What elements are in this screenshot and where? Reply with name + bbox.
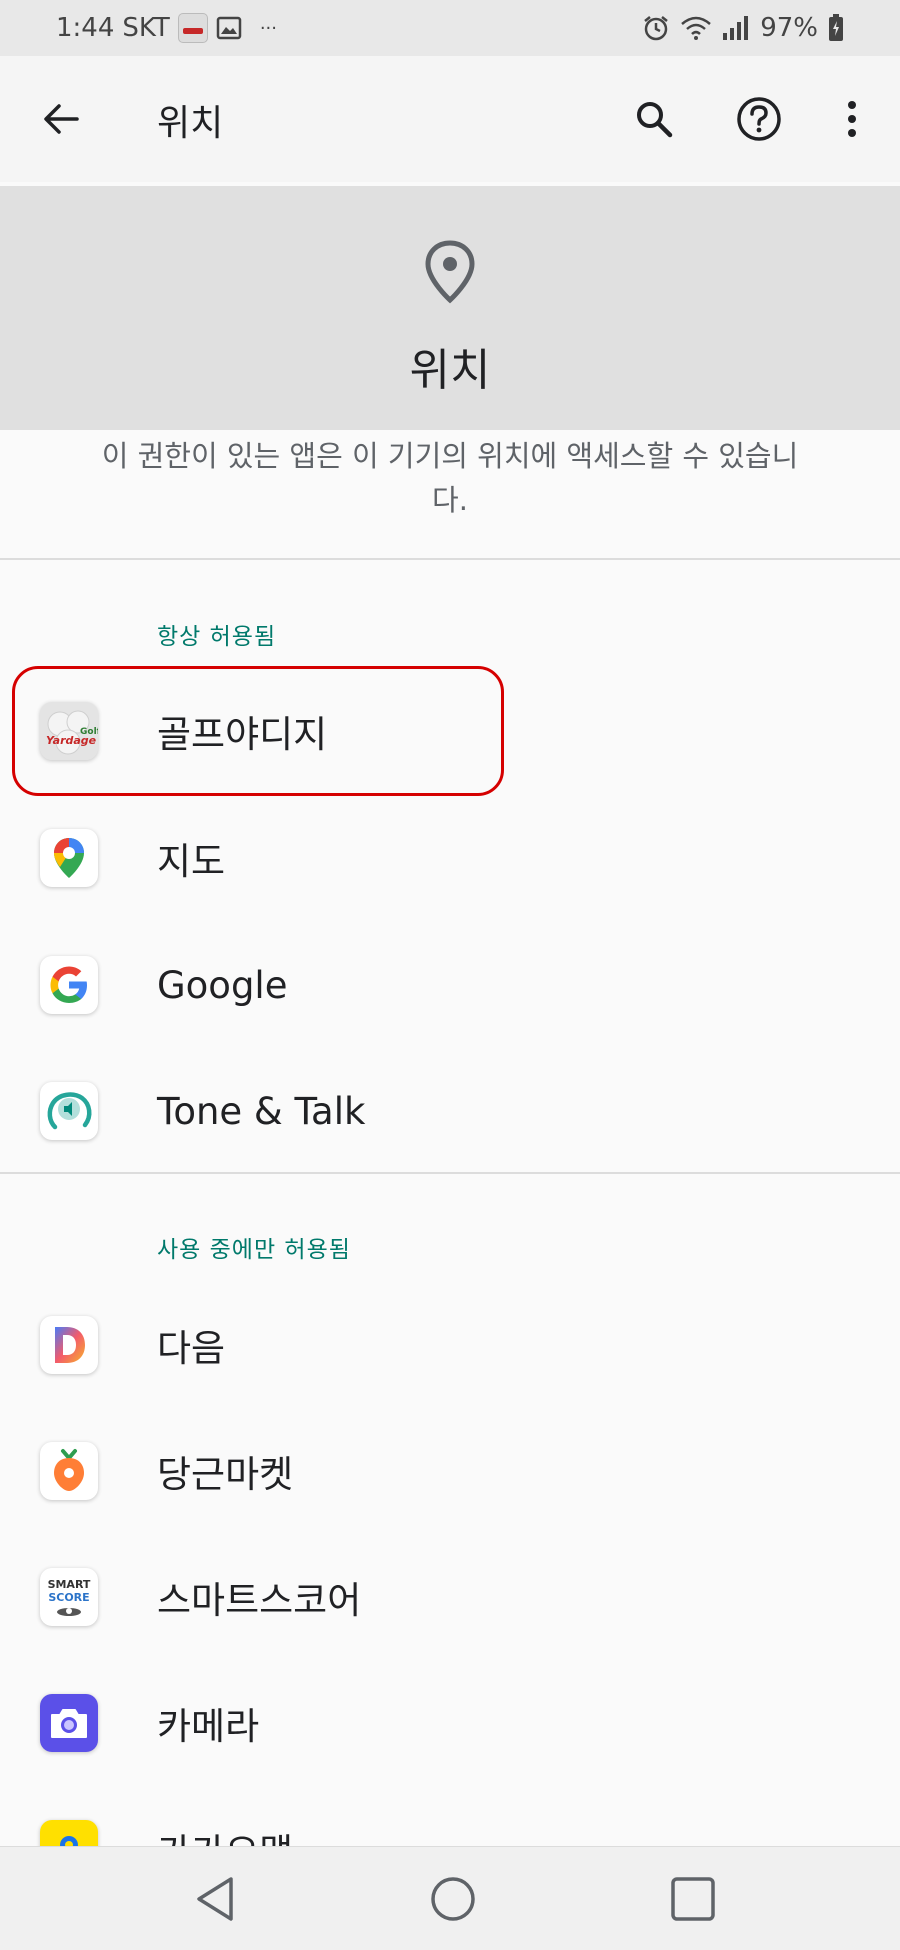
list-item-camera[interactable]: 카메라 [0, 1660, 900, 1786]
smartscore-app-icon: SMART SCORE [40, 1568, 98, 1626]
more-vert-icon [848, 101, 856, 137]
battery-percent: 97% [760, 13, 818, 43]
divider [0, 558, 900, 560]
status-time: 1:44 [56, 13, 115, 43]
google-maps-app-icon [40, 829, 98, 887]
status-carrier: SKT [122, 13, 170, 43]
app-label: Google [157, 963, 288, 1007]
list-item-google[interactable]: Google [0, 922, 900, 1048]
screen: 1:44 SKT ··· 97% 위치 위치 이 권한이 있는 앱은 이 기기의… [0, 0, 900, 1950]
back-arrow-icon [44, 104, 79, 134]
nav-back-button[interactable] [180, 1864, 250, 1934]
permission-header: 위치 [0, 186, 900, 430]
help-icon [737, 97, 781, 141]
daum-app-icon [40, 1316, 98, 1374]
alarm-icon [644, 16, 668, 41]
golf-yardage-notification-icon [177, 13, 208, 43]
permission-description: 이 권한이 있는 앱은 이 기기의 위치에 액세스할 수 있습니다. [101, 439, 799, 517]
search-button[interactable] [614, 79, 694, 159]
status-left: 1:44 SKT ··· [56, 13, 277, 43]
header-title: 위치 [409, 345, 491, 396]
divider [0, 1172, 900, 1174]
list-item-daangn[interactable]: 당근마켓 [0, 1408, 900, 1534]
signal-icon [723, 16, 749, 40]
back-triangle-icon [197, 1877, 233, 1921]
daangn-app-icon [40, 1442, 98, 1500]
app-label: 스마트스코어 [157, 1579, 362, 1622]
app-label: 다음 [157, 1327, 226, 1370]
status-right: 97% [642, 13, 844, 43]
nav-home-button[interactable] [418, 1864, 488, 1934]
list-item-maps[interactable]: 지도 [0, 795, 900, 921]
highlight-annotation [12, 666, 504, 796]
section-header-always: 항상 허용됨 [157, 624, 277, 650]
smartscore-icon-word-smart: SMART [48, 1578, 91, 1591]
home-circle-icon [431, 1877, 475, 1921]
status-bar: 1:44 SKT ··· 97% [0, 0, 900, 56]
google-app-icon [40, 956, 98, 1014]
nav-recents-button[interactable] [658, 1864, 728, 1934]
navigation-bar [0, 1846, 900, 1950]
section-header-while-in-use: 사용 중에만 허용됨 [157, 1237, 351, 1263]
app-bar: 위치 [0, 56, 900, 182]
recents-square-icon [671, 1877, 715, 1921]
status-overflow: ··· [259, 17, 277, 39]
app-label: Tone & Talk [157, 1089, 366, 1133]
smartscore-icon-word-score: SCORE [48, 1591, 89, 1604]
list-item-daum[interactable]: 다음 [0, 1282, 900, 1408]
app-bar-title: 위치 [157, 103, 224, 144]
search-icon [637, 102, 673, 138]
list-item-smartscore[interactable]: SMART SCORE 스마트스코어 [0, 1534, 900, 1660]
camera-app-icon [40, 1694, 98, 1752]
back-button[interactable] [21, 79, 101, 159]
app-label: 지도 [157, 840, 226, 883]
battery-icon [829, 14, 843, 41]
help-button[interactable] [719, 79, 799, 159]
wifi-icon [681, 16, 712, 40]
app-label: 카메라 [157, 1705, 260, 1748]
image-icon [216, 16, 242, 40]
app-label: 당근마켓 [157, 1453, 294, 1496]
list-item-tone-talk[interactable]: Tone & Talk [0, 1048, 900, 1174]
location-pin-icon [425, 240, 475, 304]
more-options-button[interactable] [812, 79, 892, 159]
tone-talk-app-icon [40, 1082, 98, 1140]
